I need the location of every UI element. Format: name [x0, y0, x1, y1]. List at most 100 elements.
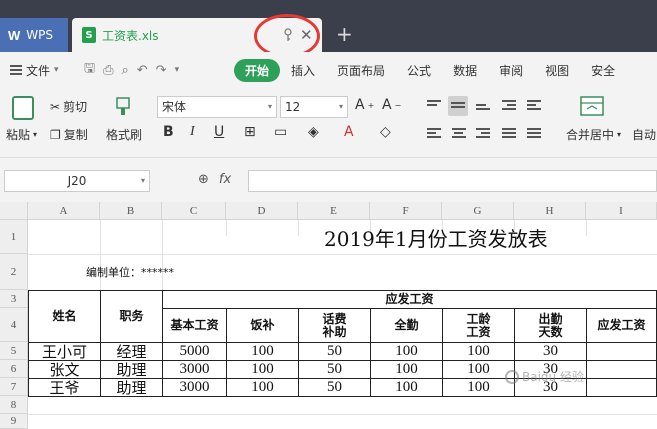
- row-header-2[interactable]: 2: [0, 254, 28, 290]
- tab-data[interactable]: 数据: [442, 62, 488, 79]
- table-cell[interactable]: 50: [298, 342, 371, 361]
- select-all-corner[interactable]: [0, 202, 28, 220]
- cut-button[interactable]: ✂ 剪切: [50, 98, 87, 115]
- column-header-e[interactable]: E: [298, 202, 370, 220]
- table-cell[interactable]: 王爷: [28, 378, 101, 397]
- tab-insert[interactable]: 插入: [280, 62, 326, 79]
- table-cell[interactable]: 100: [370, 360, 443, 379]
- header-salary-group[interactable]: 应发工资: [162, 290, 657, 309]
- column-header-a[interactable]: A: [28, 202, 100, 220]
- eraser-icon[interactable]: ◇: [380, 124, 391, 140]
- header-days[interactable]: 出勤 天数: [514, 308, 587, 343]
- chevron-down-icon[interactable]: ▾: [175, 65, 180, 75]
- header-seniority[interactable]: 工龄 工资: [442, 308, 515, 343]
- column-header-d[interactable]: D: [226, 202, 298, 220]
- font-name-select[interactable]: 宋体 ▾: [157, 96, 277, 118]
- align-top-icon[interactable]: [427, 100, 441, 112]
- increase-font-icon[interactable]: A +: [355, 97, 374, 113]
- table-cell[interactable]: 100: [370, 378, 443, 397]
- underline-icon[interactable]: U: [214, 124, 224, 140]
- outdent-icon[interactable]: [527, 100, 541, 112]
- unit-label[interactable]: 编制单位：******: [86, 254, 286, 290]
- table-cell[interactable]: [586, 360, 657, 379]
- table-cell[interactable]: 50: [298, 360, 371, 379]
- row-header-6[interactable]: 6: [0, 360, 28, 378]
- column-header-b[interactable]: B: [100, 202, 162, 220]
- shape-icon[interactable]: ▭: [274, 124, 287, 140]
- column-header-i[interactable]: I: [586, 202, 657, 220]
- table-cell[interactable]: [586, 342, 657, 361]
- bold-icon[interactable]: B: [163, 124, 174, 140]
- column-header-g[interactable]: G: [442, 202, 514, 220]
- merge-center-button[interactable]: 合并居中 ▾: [566, 126, 621, 143]
- align-bottom-icon[interactable]: [476, 104, 490, 116]
- font-color-icon[interactable]: A: [344, 124, 354, 140]
- header-base-salary[interactable]: 基本工资: [162, 308, 227, 343]
- indent-icon[interactable]: [502, 100, 516, 112]
- table-cell[interactable]: 100: [226, 360, 299, 379]
- new-tab-button[interactable]: +: [336, 24, 353, 44]
- fill-color-icon[interactable]: ◈: [308, 124, 319, 140]
- file-menu[interactable]: 文件 ▾: [0, 62, 80, 79]
- fx-icon[interactable]: fx: [219, 172, 231, 187]
- align-center-icon[interactable]: [452, 128, 466, 140]
- format-painter-icon[interactable]: [114, 96, 132, 116]
- header-meal[interactable]: 饭补: [226, 308, 299, 343]
- tab-security[interactable]: 安全: [580, 62, 626, 79]
- redo-icon[interactable]: ↷: [156, 63, 167, 78]
- formula-input[interactable]: [248, 170, 657, 192]
- align-left-icon[interactable]: [427, 128, 441, 140]
- table-cell[interactable]: [586, 378, 657, 397]
- auto-wrap-button[interactable]: 自动: [632, 126, 656, 143]
- row-header-3[interactable]: 3: [0, 290, 28, 308]
- zoom-icon[interactable]: ⊕: [198, 172, 209, 187]
- header-name[interactable]: 姓名: [28, 290, 101, 343]
- row-header-4[interactable]: 4: [0, 308, 28, 342]
- tab-page-layout[interactable]: 页面布局: [326, 62, 396, 79]
- copy-button[interactable]: ❐ 复制: [50, 126, 88, 143]
- border-icon[interactable]: ⊞: [244, 124, 256, 140]
- font-size-select[interactable]: 12 ▾: [280, 96, 348, 118]
- row-header-1[interactable]: 1: [0, 220, 28, 254]
- header-role[interactable]: 职务: [100, 290, 163, 343]
- decrease-font-icon[interactable]: A −: [382, 97, 401, 113]
- table-cell[interactable]: 100: [370, 342, 443, 361]
- table-cell[interactable]: 30: [514, 342, 587, 361]
- table-cell[interactable]: 50: [298, 378, 371, 397]
- wps-home-tab[interactable]: W WPS: [0, 18, 68, 52]
- column-header-f[interactable]: F: [370, 202, 442, 220]
- paste-button[interactable]: 粘贴 ▾: [6, 126, 37, 143]
- row-header-7[interactable]: 7: [0, 378, 28, 396]
- undo-icon[interactable]: ↶: [137, 63, 148, 78]
- row-header-9[interactable]: 9: [0, 414, 28, 429]
- format-painter-button[interactable]: 格式刷: [106, 126, 142, 143]
- row-header-5[interactable]: 5: [0, 342, 28, 360]
- table-cell[interactable]: 5000: [162, 342, 227, 361]
- print-icon[interactable]: ⎙: [103, 63, 113, 78]
- justify-icon[interactable]: [502, 128, 516, 140]
- align-middle-icon[interactable]: [448, 96, 468, 116]
- table-cell[interactable]: 3000: [162, 378, 227, 397]
- table-cell[interactable]: 100: [442, 342, 515, 361]
- tab-review[interactable]: 审阅: [488, 62, 534, 79]
- paste-icon[interactable]: [12, 96, 34, 120]
- tab-formulas[interactable]: 公式: [396, 62, 442, 79]
- italic-icon[interactable]: I: [190, 124, 195, 140]
- name-box[interactable]: J20 ▾: [4, 170, 150, 192]
- distribute-icon[interactable]: [527, 128, 541, 140]
- row-header-8[interactable]: 8: [0, 396, 28, 414]
- header-gross-pay[interactable]: 应发工资: [586, 308, 657, 343]
- align-right-icon[interactable]: [476, 128, 490, 140]
- save-icon[interactable]: 🖫: [84, 59, 95, 81]
- table-cell[interactable]: 3000: [162, 360, 227, 379]
- tab-view[interactable]: 视图: [534, 62, 580, 79]
- sheet-title[interactable]: 2019年1月份工资发放表: [228, 220, 657, 254]
- tab-start[interactable]: 开始: [234, 58, 281, 82]
- print-preview-icon[interactable]: ⌕: [121, 63, 128, 78]
- column-header-h[interactable]: H: [514, 202, 586, 220]
- table-cell[interactable]: 助理: [100, 378, 163, 397]
- table-cell[interactable]: 100: [226, 378, 299, 397]
- header-phone-allowance[interactable]: 话费 补助: [298, 308, 371, 343]
- header-attendance[interactable]: 全勤: [370, 308, 443, 343]
- table-cell[interactable]: 100: [226, 342, 299, 361]
